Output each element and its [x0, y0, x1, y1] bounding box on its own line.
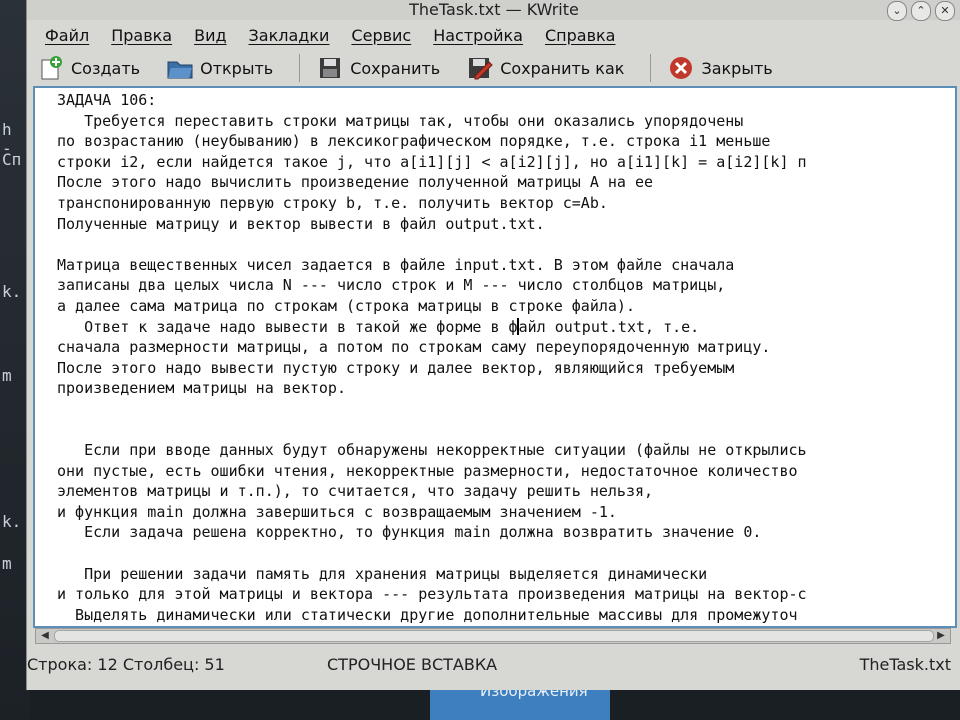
scroll-right-icon[interactable]: ▶ [933, 629, 949, 643]
editor-line[interactable]: произведением матрицы на вектор. [57, 378, 955, 399]
background-text-fragment: Сп [2, 150, 22, 169]
editor-line[interactable]: Если при вводе данных будут обнаружены н… [57, 440, 955, 461]
editor-line[interactable]: После этого надо вывести пустую строку и… [57, 358, 955, 379]
editor-line[interactable]: Если задача решена корректно, то функция… [57, 522, 955, 543]
scrollbar-thumb[interactable] [54, 630, 934, 642]
menu-view[interactable]: Вид [194, 26, 226, 45]
chevron-down-icon: ⌄ [892, 4, 902, 17]
background-text-fragment: m [2, 554, 12, 573]
editor-line[interactable]: Ответ к задаче надо вывести в такой же ф… [57, 317, 955, 338]
close-icon: ✕ [940, 4, 950, 17]
menu-edit[interactable]: Правка [111, 26, 172, 45]
editor-text[interactable]: ЗАДАЧА 106: Требуется переставить строки… [57, 90, 955, 626]
editor-line[interactable]: записаны два целых числа N --- число стр… [57, 275, 955, 296]
horizontal-scrollbar[interactable]: ◀ ▶ [35, 628, 951, 644]
editor-line[interactable]: они пустые, есть ошибки чтения, некоррек… [57, 461, 955, 482]
menu-file[interactable]: Файл [45, 26, 89, 45]
maximize-button[interactable]: ⌃ [911, 1, 931, 21]
close-document-button-label: Закрыть [701, 58, 773, 78]
chevron-up-icon: ⌃ [916, 4, 926, 17]
status-filename: TheTask.txt [859, 655, 951, 674]
editor-line[interactable]: а далее сама матрица по строкам (строка … [57, 296, 955, 317]
open-button-label: Открыть [200, 58, 274, 78]
editor-line[interactable] [57, 234, 955, 255]
editor-line[interactable]: сначала размерности матрицы, а потом по … [57, 337, 955, 358]
background-text-fragment: k. [2, 282, 22, 301]
close-window-button[interactable]: ✕ [935, 1, 955, 21]
editor-line[interactable] [57, 399, 955, 420]
minimize-button[interactable]: ⌄ [887, 1, 907, 21]
main-toolbar: Создать Открыть Сохранить Сохранить как … [27, 50, 960, 86]
status-bar: Строка: 12 Столбец: 51 СТРОЧНОЕ ВСТАВКА … [27, 650, 960, 680]
new-document-icon [37, 55, 65, 81]
toolbar-separator [650, 54, 652, 82]
edit-mode[interactable]: СТРОЧНОЕ ВСТАВКА [327, 650, 497, 680]
new-button[interactable]: Создать [37, 55, 140, 81]
editor-line[interactable]: транспонированную первую строку b, т.е. … [57, 193, 955, 214]
scroll-left-icon[interactable]: ◀ [37, 629, 53, 643]
editor-line[interactable]: строки i2, если найдется такое j, что a[… [57, 152, 955, 173]
menu-help[interactable]: Справка [545, 26, 616, 45]
editor-line[interactable]: Требуется переставить строки матрицы так… [57, 111, 955, 132]
save-as-button-label: Сохранить как [500, 58, 625, 78]
editor-line[interactable] [57, 543, 955, 564]
save-as-button[interactable]: Сохранить как [466, 55, 624, 81]
menu-bookmarks[interactable]: Закладки [249, 26, 330, 45]
editor-line[interactable]: по возрастанию (неубыванию) в лексикогра… [57, 131, 955, 152]
floppy-disk-icon [316, 55, 344, 81]
editor-line[interactable]: Выделять динамически или статически друг… [57, 605, 955, 626]
title-bar[interactable]: TheTask.txt — KWrite ⌄ ⌃ ✕ [27, 0, 960, 21]
menu-tools[interactable]: Сервис [351, 26, 411, 45]
toolbar-separator [299, 54, 301, 82]
save-as-icon [466, 55, 494, 81]
background-text-fragment: m [2, 366, 12, 385]
editor-line[interactable]: Матрица вещественных чисел задается в фа… [57, 255, 955, 276]
cursor-position: Строка: 12 Столбец: 51 [27, 655, 225, 674]
menu-settings[interactable]: Настройка [433, 26, 523, 45]
editor-line[interactable]: элементов матрицы и т.п.), то считается,… [57, 481, 955, 502]
new-button-label: Создать [71, 58, 141, 78]
save-button[interactable]: Сохранить [316, 55, 440, 81]
editor-line[interactable]: Полученные матрицу и вектор вывести в фа… [57, 214, 955, 235]
editor-line[interactable]: и функция main должна завершиться с возв… [57, 502, 955, 523]
text-editor-area[interactable]: ЗАДАЧА 106: Требуется переставить строки… [33, 86, 957, 628]
text-cursor [516, 317, 519, 335]
menu-bar: Файл Правка Вид Закладки Сервис Настройк… [27, 20, 960, 50]
editor-line[interactable]: и только для этой матрицы и вектора --- … [57, 584, 955, 605]
window-title: TheTask.txt — KWrite [409, 0, 579, 19]
folder-open-icon [166, 55, 194, 81]
editor-line[interactable]: После этого надо вычислить произведение … [57, 172, 955, 193]
editor-line[interactable]: ЗАДАЧА 106: [57, 90, 955, 111]
editor-line[interactable] [57, 420, 955, 441]
save-button-label: Сохранить [350, 58, 441, 78]
close-circle-icon [667, 55, 695, 81]
background-text-fragment: k. [2, 512, 22, 531]
kwrite-window: TheTask.txt — KWrite ⌄ ⌃ ✕ Файл Правка В… [26, 0, 960, 690]
close-document-button[interactable]: Закрыть [667, 55, 773, 81]
open-button[interactable]: Открыть [166, 55, 273, 81]
editor-line[interactable]: При решении задачи память для хранения м… [57, 564, 955, 585]
